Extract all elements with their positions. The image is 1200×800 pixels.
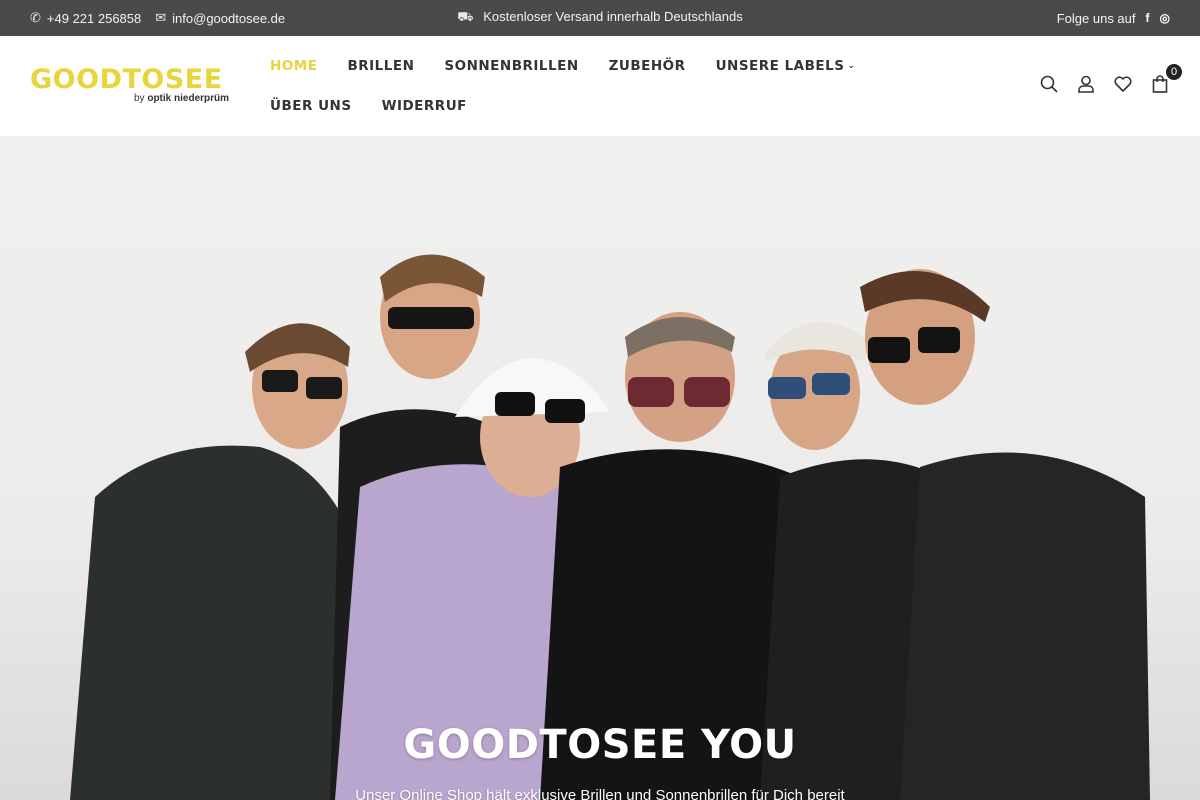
logo-by: by (134, 93, 145, 104)
logo-subline: by optik niederprüm (134, 93, 229, 104)
nav-item-unsere-labels[interactable]: UNSERE LABELS ⌄ (716, 52, 856, 92)
header-actions: 0 (1022, 64, 1182, 94)
heart-icon[interactable] (1113, 74, 1133, 94)
cart-button[interactable]: 0 (1150, 64, 1182, 94)
user-icon[interactable] (1076, 74, 1096, 94)
truck-icon: ⛟ (457, 9, 474, 24)
nav-item-zubehoer[interactable]: ZUBEHÖR (609, 52, 686, 92)
search-icon[interactable] (1039, 74, 1059, 94)
facebook-icon[interactable]: f (1146, 11, 1150, 25)
shipping-text: Kostenloser Versand innerhalb Deutschlan… (483, 9, 743, 24)
envelope-icon: ✉ (155, 10, 167, 25)
phone-icon: ✆ (30, 10, 41, 25)
nav-item-widerruf[interactable]: WIDERRUF (382, 92, 467, 132)
logo-wordmark: GOODTOSEE (30, 64, 223, 95)
hero-title: GOODTOSEE YOU (403, 722, 797, 768)
instagram-icon[interactable]: ◎ (1160, 11, 1170, 25)
site-logo[interactable]: GOODTOSEE by optik niederprüm (30, 66, 230, 108)
email-link[interactable]: ✉ info@goodtosee.de (155, 10, 285, 26)
email-address: info@goodtosee.de (172, 10, 286, 26)
nav-item-home[interactable]: HOME (270, 52, 317, 92)
chevron-down-icon: ⌄ (847, 61, 856, 71)
cart-count-badge: 0 (1166, 64, 1182, 80)
nav-item-brillen[interactable]: BRILLEN (347, 52, 414, 92)
hero-photo (70, 254, 1150, 800)
follow-label: Folge uns auf (1056, 10, 1136, 26)
logo-company: optik niederprüm (147, 93, 230, 104)
top-bar: ✆ +49 221 256858 ✉ info@goodtosee.de ⛟ K… (0, 0, 1200, 36)
social-links: Folge uns auf f ◎ (1057, 11, 1170, 26)
nav-item-sonnenbrillen[interactable]: SONNENBRILLEN (444, 52, 578, 92)
hero-banner[interactable]: GOODTOSEE YOU Unser Online Shop hält exk… (0, 137, 1200, 800)
main-nav: HOME BRILLEN SONNENBRILLEN ZUBEHÖR UNSER… (270, 52, 970, 132)
phone-number: +49 221 256858 (46, 10, 142, 26)
hero-subtitle: Unser Online Shop hält exklusive Brillen… (355, 787, 845, 800)
phone-link[interactable]: ✆ +49 221 256858 (30, 10, 141, 26)
site-header: GOODTOSEE by optik niederprüm HOME BRILL… (0, 36, 1200, 137)
nav-item-ueber-uns[interactable]: ÜBER UNS (270, 92, 352, 132)
contact-info: ✆ +49 221 256858 ✉ info@goodtosee.de (30, 10, 299, 26)
